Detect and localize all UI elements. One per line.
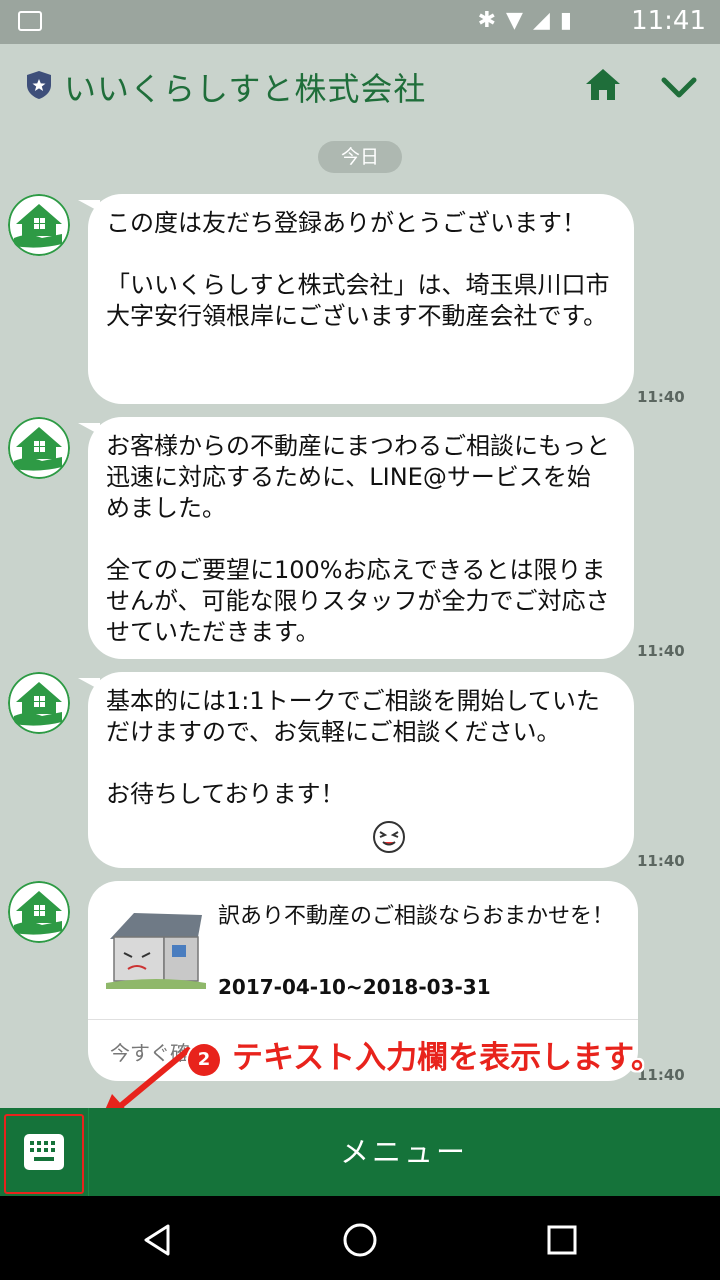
house-logo-icon <box>8 417 70 479</box>
annotation-text: テキスト入力欄を表示します。 <box>232 1040 662 1076</box>
card-title: 訳あり不動産のご相談ならおまかせを！ <box>218 904 615 929</box>
wifi-icon: ▼ <box>506 8 533 33</box>
chat-title: いいくらしすと株式会社 <box>64 70 427 108</box>
message-bubble: 基本的には1:1トークでご相談を開始していただけますので、お気軽にご相談ください… <box>78 672 634 868</box>
card-divider <box>88 1019 638 1020</box>
annotation-number: 2 <box>188 1043 220 1076</box>
signal-icon: ◢ <box>532 8 560 33</box>
house-logo-icon <box>8 881 70 943</box>
message-time: 11:40 <box>637 852 685 870</box>
home-circle-icon[interactable] <box>340 1220 380 1260</box>
message-bubble: この度は友だち登録ありがとうございます！ 「いいくらしすと株式会社」は、埼玉県川… <box>78 194 634 404</box>
annotation-callout: 2 テキスト入力欄を表示します。 <box>188 1032 662 1077</box>
avatar[interactable] <box>8 417 70 479</box>
message-bubble: お客様からの不動産にまつわるご相談にもっと迅速に対応するために、LINE@サービ… <box>78 417 634 659</box>
avatar[interactable] <box>8 881 70 943</box>
system-nav-bar <box>0 1196 720 1280</box>
rich-menu-bar: メニュー <box>0 1108 720 1196</box>
house-logo-icon <box>8 194 70 256</box>
avatar[interactable] <box>8 194 70 256</box>
status-bar: ✱▼◢▮ 11:41 <box>0 0 720 44</box>
official-shield-icon <box>27 71 51 99</box>
message-time: 11:40 <box>637 388 685 406</box>
status-icons: ✱▼◢▮ <box>478 8 582 33</box>
card-date-range: 2017-04-10~2018-03-31 <box>218 975 491 999</box>
message-time: 11:40 <box>637 642 685 660</box>
house-logo-icon <box>8 672 70 734</box>
back-icon[interactable] <box>138 1220 178 1260</box>
avatar[interactable] <box>8 672 70 734</box>
status-time: 11:41 <box>631 6 706 36</box>
bluetooth-icon: ✱ <box>477 8 507 33</box>
image-notification-icon <box>18 11 42 31</box>
chat-header: いいくらしすと株式会社 <box>0 44 720 130</box>
recent-apps-icon[interactable] <box>542 1220 582 1260</box>
keyboard-highlight-frame <box>4 1114 84 1194</box>
message-text: 基本的には1:1トークでご相談を開始していただけますので、お気軽にご相談ください… <box>106 687 600 808</box>
date-divider: 今日 <box>318 141 402 173</box>
sad-house-illustration-icon <box>106 913 206 989</box>
menu-toggle-button[interactable]: メニュー <box>88 1108 720 1196</box>
battery-icon: ▮ <box>559 8 582 33</box>
emoji-sticker-icon <box>373 821 405 853</box>
home-icon[interactable] <box>584 66 622 104</box>
chevron-down-icon[interactable] <box>660 72 698 102</box>
